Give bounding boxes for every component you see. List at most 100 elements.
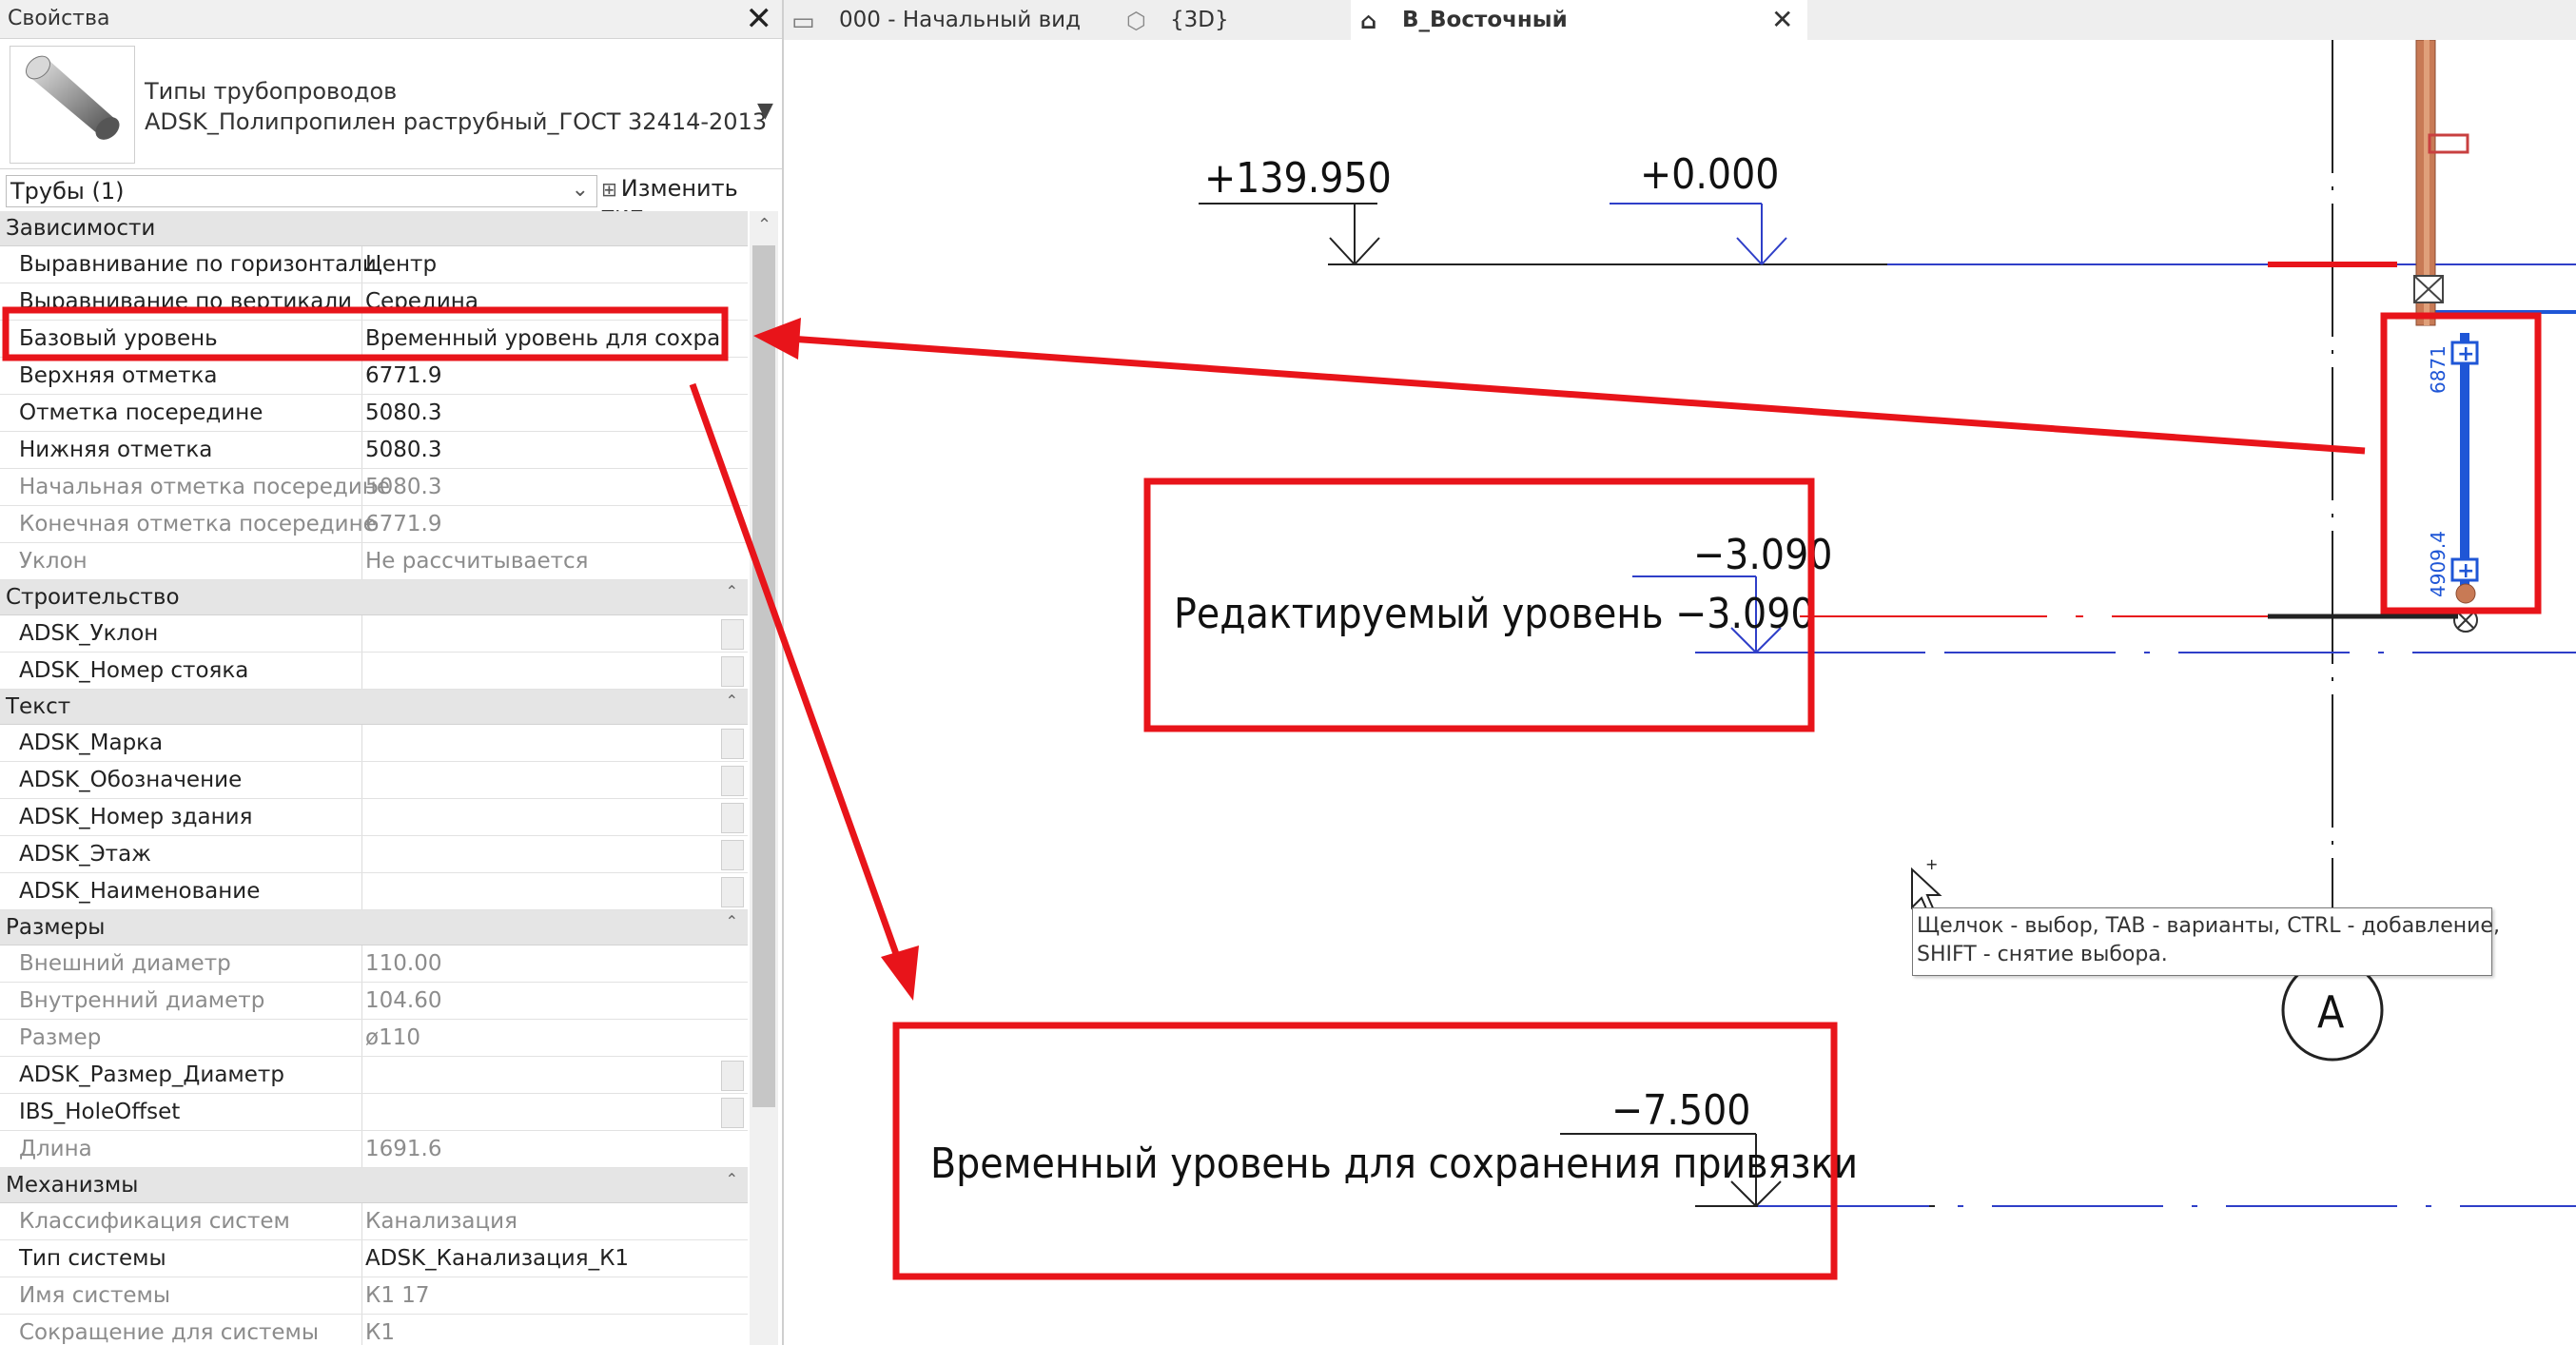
- property-value: К1: [365, 1320, 395, 1345]
- property-row[interactable]: Отметка посередине 5080.3: [0, 395, 748, 432]
- edit-type-button[interactable]: ⊞Изменить тип: [601, 175, 782, 228]
- close-icon[interactable]: ✕: [746, 0, 773, 38]
- value-button[interactable]: [721, 729, 744, 759]
- property-row[interactable]: Классификация систем Канализация: [0, 1203, 748, 1240]
- value-button[interactable]: [721, 766, 744, 796]
- pipe-thumbnail: [10, 46, 135, 164]
- collapse-icon[interactable]: ⌃: [726, 1170, 738, 1188]
- property-row[interactable]: IBS_HoleOffset: [0, 1094, 748, 1131]
- tab-3d[interactable]: ⬡ {3D}: [1117, 0, 1351, 40]
- property-row[interactable]: Начальная отметка посередине 5080.3: [0, 469, 748, 506]
- section-header[interactable]: Зависимости: [0, 211, 748, 246]
- property-row[interactable]: Нижняя отметка 5080.3: [0, 432, 748, 469]
- property-row[interactable]: ADSK_Наименование: [0, 873, 748, 910]
- property-row[interactable]: ADSK_Размер_Диаметр: [0, 1057, 748, 1094]
- section-header[interactable]: Строительство ⌃: [0, 580, 748, 615]
- tooltip-line-1: Щелчок - выбор, TAB - варианты, CTRL - д…: [1917, 914, 2500, 938]
- section-header[interactable]: Текст ⌃: [0, 690, 748, 725]
- property-row[interactable]: Базовый уровень Временный уровень для сох…: [0, 321, 748, 358]
- property-value[interactable]: Временный уровень для сохра: [365, 326, 720, 351]
- properties-scrollbar[interactable]: ⌃: [750, 211, 778, 1345]
- property-value[interactable]: Середина: [365, 289, 478, 314]
- property-row[interactable]: Верхняя отметка 6771.9: [0, 358, 748, 395]
- level-mark-top-right: +0.000: [1640, 150, 1779, 199]
- value-button[interactable]: [721, 877, 744, 907]
- tab-east-elevation[interactable]: ⌂ В_Восточный ✕: [1351, 0, 1807, 40]
- property-row[interactable]: Внешний диаметр 110.00: [0, 945, 748, 983]
- property-value[interactable]: 6771.9: [365, 363, 441, 388]
- value-button[interactable]: [721, 656, 744, 687]
- property-value[interactable]: ADSK_Канализация_К1: [365, 1246, 629, 1271]
- chevron-down-icon[interactable]: ▼: [757, 99, 773, 123]
- column-divider: [361, 1094, 362, 1130]
- pipe-dimension-lower: 4909.4: [2427, 531, 2449, 597]
- property-name: Классификация систем: [19, 1209, 290, 1234]
- collapse-icon[interactable]: ⌃: [726, 912, 738, 930]
- selected-pipe[interactable]: + +: [2450, 333, 2479, 633]
- drawing-canvas[interactable]: +139.950 +0.000 + + 6871 4909.4 −3.090 Р…: [784, 40, 2576, 1345]
- property-name: Верхняя отметка: [19, 363, 218, 388]
- property-row[interactable]: Внутренний диаметр 104.60: [0, 983, 748, 1020]
- property-value: 1691.6: [365, 1137, 442, 1161]
- section-header[interactable]: Размеры ⌃: [0, 910, 748, 945]
- tab-label: {3D}: [1170, 8, 1229, 32]
- type-category: Типы трубопроводов: [145, 78, 398, 105]
- value-button[interactable]: [721, 1098, 744, 1128]
- pipe-dimension-upper: 6871: [2427, 345, 2449, 394]
- vertical-pipe-upper: [2413, 40, 2469, 326]
- property-row[interactable]: Тип системы ADSK_Канализация_К1: [0, 1240, 748, 1277]
- mouse-cursor-icon: +: [1911, 855, 1942, 915]
- property-row[interactable]: Уклон Не рассчитывается: [0, 543, 748, 580]
- property-name: Длина: [19, 1137, 92, 1161]
- property-row[interactable]: ADSK_Марка: [0, 725, 748, 762]
- column-divider: [361, 873, 362, 909]
- property-value: 104.60: [365, 988, 442, 1013]
- column-divider: [361, 762, 362, 798]
- property-row[interactable]: ADSK_Этаж: [0, 836, 748, 873]
- property-row[interactable]: Сокращение для системы К1: [0, 1315, 748, 1345]
- scroll-thumb[interactable]: [752, 245, 775, 1107]
- properties-title: Свойства: [8, 7, 110, 30]
- property-row[interactable]: Выравнивание по вертикали Середина: [0, 283, 748, 321]
- property-row[interactable]: Длина 1691.6: [0, 1131, 748, 1168]
- close-icon[interactable]: ✕: [1771, 4, 1793, 35]
- value-button[interactable]: [721, 840, 744, 870]
- element-filter-select[interactable]: Трубы (1) ⌄: [6, 175, 597, 207]
- edit-type-icon: ⊞: [601, 178, 617, 201]
- value-button[interactable]: [721, 619, 744, 650]
- property-row[interactable]: ADSK_Номер здания: [0, 799, 748, 836]
- value-button[interactable]: [721, 1061, 744, 1091]
- tab-start-view[interactable]: ▭ 000 - Начальный вид: [784, 0, 1117, 40]
- property-row[interactable]: Выравнивание по горизонтали Центр: [0, 246, 748, 283]
- property-value[interactable]: 5080.3: [365, 400, 441, 425]
- property-row[interactable]: ADSK_Номер стояка: [0, 653, 748, 690]
- value-button[interactable]: [721, 803, 744, 833]
- property-name: ADSK_Наименование: [19, 879, 261, 904]
- property-name: Внутренний диаметр: [19, 988, 265, 1013]
- elevation-icon: ⌂: [1360, 8, 1377, 34]
- property-name: ADSK_Номер стояка: [19, 658, 249, 683]
- section-title: Текст: [6, 694, 71, 719]
- collapse-icon[interactable]: ⌃: [726, 692, 738, 710]
- property-value[interactable]: 5080.3: [365, 438, 441, 462]
- column-divider: [361, 1315, 362, 1345]
- property-name: Уклон: [19, 549, 88, 574]
- scroll-up-icon[interactable]: ⌃: [757, 215, 771, 235]
- collapse-icon[interactable]: ⌃: [726, 582, 738, 600]
- property-row[interactable]: Размер ø110: [0, 1020, 748, 1057]
- column-divider: [361, 1057, 362, 1093]
- property-row[interactable]: ADSK_Уклон: [0, 615, 748, 653]
- properties-panel: Свойства ✕ Типы трубопроводов ADSK_Полип…: [0, 0, 784, 1345]
- property-row[interactable]: Конечная отметка посередине 6771.9: [0, 506, 748, 543]
- property-row[interactable]: ADSK_Обозначение: [0, 762, 748, 799]
- property-value: 6771.9: [365, 512, 442, 536]
- type-selector[interactable]: Типы трубопроводов ADSK_Полипропилен рас…: [0, 40, 782, 169]
- column-divider: [361, 615, 362, 652]
- property-row[interactable]: Имя системы К1 17: [0, 1277, 748, 1315]
- section-header[interactable]: Механизмы ⌃: [0, 1168, 748, 1203]
- tab-label: 000 - Начальный вид: [839, 8, 1082, 32]
- level-mark-top-left: +139.950: [1204, 154, 1392, 203]
- property-value[interactable]: Центр: [365, 252, 437, 277]
- property-value: 110.00: [365, 951, 442, 976]
- temp-level-value: −7.500: [1611, 1086, 1750, 1135]
